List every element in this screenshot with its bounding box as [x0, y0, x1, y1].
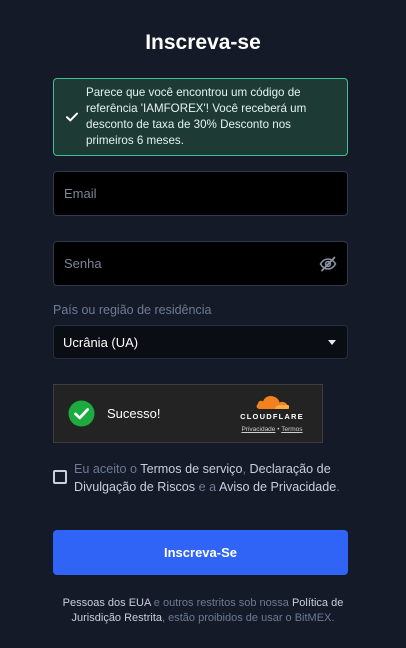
footer-end-text: , estão proibidos de usar o BitMEX. — [162, 611, 335, 624]
country-select[interactable]: Ucrânia (UA) — [53, 325, 348, 359]
terms-prefix: Eu aceito o — [74, 462, 138, 476]
cloudflare-cloud-icon — [256, 396, 290, 409]
terms-period: . — [336, 480, 340, 494]
check-icon — [54, 112, 86, 122]
eye-off-icon[interactable] — [318, 254, 338, 274]
captcha-privacy-link[interactable]: Privacidade — [241, 426, 275, 433]
terms-of-service-link[interactable]: Termos de serviço — [140, 462, 242, 476]
footer-notice: Pessoas dos EUA e outros restritos sob n… — [40, 596, 366, 625]
cloudflare-branding: CLOUDFLARE Privacidade • Termos — [236, 394, 308, 433]
footer-middle-text: e outros restritos sob nossa — [153, 597, 289, 609]
caret-down-icon — [328, 339, 336, 345]
terms-and: e a — [198, 480, 217, 494]
privacy-notice-link[interactable]: Aviso de Privacidade — [219, 480, 336, 494]
country-selected-value: Ucrânia (UA) — [63, 334, 139, 350]
country-label: País ou região de residência — [53, 303, 212, 317]
success-check-icon — [68, 400, 95, 427]
referral-notice-text: Parece que você encontrou um código de r… — [86, 86, 307, 147]
signup-button[interactable]: Inscreva-Se — [53, 530, 348, 575]
referral-notice: Parece que você encontrou um código de r… — [53, 78, 348, 156]
signup-page: Inscreva-se Parece que você encontrou um… — [0, 0, 406, 648]
page-title: Inscreva-se — [145, 31, 261, 54]
cloudflare-wordmark: CLOUDFLARE — [240, 412, 304, 421]
terms-checkbox[interactable] — [53, 470, 67, 484]
captcha-terms-link[interactable]: Termos — [281, 426, 302, 433]
cloudflare-captcha[interactable]: Sucesso! CLOUDFLARE Privacidade • Termos — [53, 384, 323, 443]
email-field-wrapper — [53, 171, 348, 216]
password-input[interactable] — [54, 242, 347, 285]
terms-text: Eu aceito o Termos de serviço, Declaraçã… — [74, 460, 353, 496]
captcha-link-separator: • — [277, 426, 280, 433]
email-input[interactable] — [54, 172, 347, 215]
terms-agreement: Eu aceito o Termos de serviço, Declaraçã… — [53, 460, 353, 496]
password-field-wrapper — [53, 241, 348, 286]
terms-comma: , — [242, 462, 246, 476]
footer-us-persons: Pessoas dos EUA — [62, 597, 151, 609]
captcha-status: Sucesso! — [107, 406, 161, 421]
captcha-links: Privacidade • Termos — [241, 426, 302, 433]
